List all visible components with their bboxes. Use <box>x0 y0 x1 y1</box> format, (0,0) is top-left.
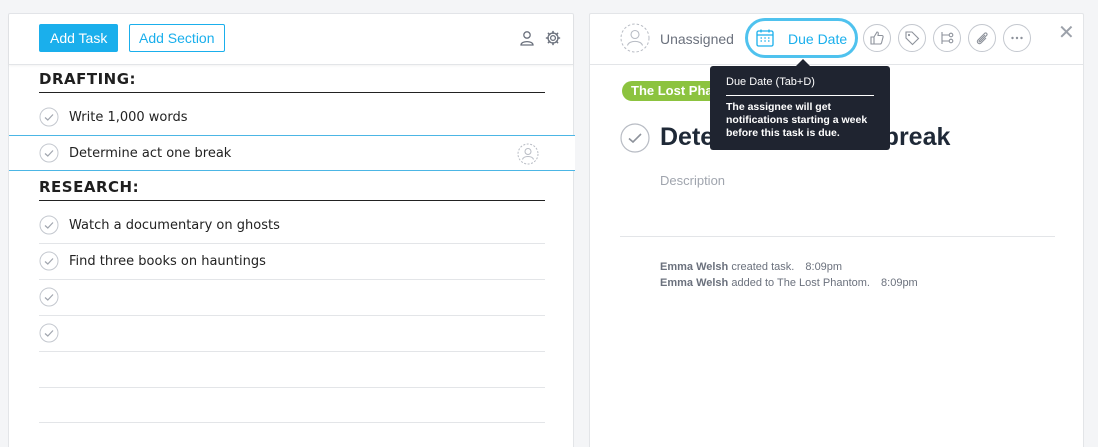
task-row-empty[interactable] <box>39 316 545 352</box>
user-icon[interactable] <box>519 30 535 46</box>
task-row-selected[interactable]: Determine act one break <box>9 135 575 171</box>
tooltip-divider <box>726 95 874 96</box>
due-date-label: Due Date <box>788 31 848 47</box>
task-detail-toolbar: Unassigned Due Date ✕ <box>590 14 1083 65</box>
task-row[interactable]: Write 1,000 words <box>39 100 545 136</box>
task-row[interactable]: Watch a documentary on ghosts <box>39 208 545 244</box>
section-header-research[interactable]: RESEARCH: <box>39 175 545 201</box>
story-action: added to The Lost Phantom. <box>731 277 870 289</box>
section-header-drafting[interactable]: DRAFTING: <box>39 67 545 93</box>
add-task-button[interactable]: Add Task <box>39 24 119 52</box>
due-date-tooltip: Due Date (Tab+D) The assignee will get n… <box>710 59 890 150</box>
check-icon[interactable] <box>39 251 59 271</box>
close-icon[interactable]: ✕ <box>1058 20 1075 44</box>
due-date-button[interactable]: Due Date <box>745 18 858 58</box>
check-icon[interactable] <box>39 143 59 163</box>
task-list-pane: Add Task Add Section DRAFTING: Write 1,0… <box>8 13 575 447</box>
subtask-icon <box>941 32 954 44</box>
story-author[interactable]: Emma Welsh <box>660 277 728 289</box>
like-button[interactable] <box>863 24 891 52</box>
complete-task-check-icon[interactable] <box>620 123 650 153</box>
task-name[interactable]: Watch a documentary on ghosts <box>69 208 280 243</box>
subtasks-button[interactable] <box>933 24 961 52</box>
calendar-icon <box>754 28 776 48</box>
more-icon <box>1011 36 1023 40</box>
blank-row[interactable] <box>39 387 545 423</box>
blank-row[interactable] <box>39 352 545 388</box>
unassigned-avatar-icon[interactable] <box>620 23 650 53</box>
check-icon[interactable] <box>39 215 59 235</box>
check-icon[interactable] <box>39 323 59 343</box>
thumbs-up-icon <box>870 31 884 45</box>
story-action: created task. <box>731 261 795 273</box>
activity-story: Emma Welsh created task. 8:09pm <box>660 261 842 273</box>
assignee-label[interactable]: Unassigned <box>660 31 734 47</box>
more-actions-button[interactable] <box>1003 24 1031 52</box>
divider <box>620 236 1055 237</box>
task-name[interactable]: Find three books on hauntings <box>69 244 266 279</box>
tooltip-title: Due Date (Tab+D) <box>726 76 815 88</box>
description-field[interactable]: Description <box>660 173 725 188</box>
task-row[interactable]: Find three books on hauntings <box>39 244 545 280</box>
tooltip-body: The assignee will get notifications star… <box>726 101 868 139</box>
check-icon[interactable] <box>39 287 59 307</box>
story-time: 8:09pm <box>805 261 843 273</box>
story-author[interactable]: Emma Welsh <box>660 261 728 273</box>
attachment-button[interactable] <box>968 24 996 52</box>
assignee-avatar-icon[interactable] <box>517 143 539 165</box>
task-list-toolbar: Add Task Add Section <box>9 14 573 65</box>
add-section-button[interactable]: Add Section <box>129 24 225 52</box>
task-name[interactable]: Determine act one break <box>69 136 231 171</box>
task-row-empty[interactable] <box>39 280 545 316</box>
tag-icon <box>905 31 920 46</box>
activity-story: Emma Welsh added to The Lost Phantom. 8:… <box>660 277 918 289</box>
story-time: 8:09pm <box>881 277 918 289</box>
task-name[interactable]: Write 1,000 words <box>69 100 188 135</box>
gear-icon[interactable] <box>545 30 561 46</box>
check-icon[interactable] <box>39 107 59 127</box>
tags-button[interactable] <box>898 24 926 52</box>
paperclip-icon <box>976 32 988 45</box>
